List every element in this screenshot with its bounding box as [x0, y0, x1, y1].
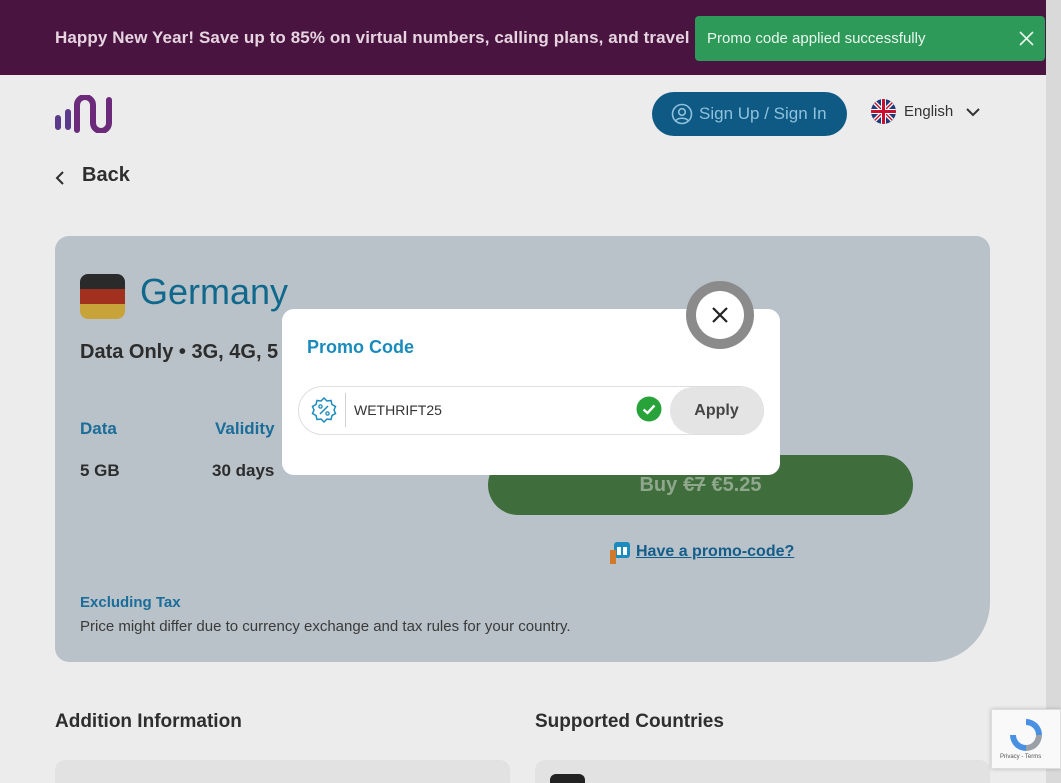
signin-button[interactable]: Sign Up / Sign In: [652, 92, 847, 136]
germany-flag-icon: [80, 274, 125, 319]
data-label: Data: [80, 419, 117, 438]
addition-info-title: Addition Information: [55, 711, 242, 732]
plan-subtitle: Data Only • 3G, 4G, 5: [80, 341, 279, 363]
supported-countries-title: Supported Countries: [535, 711, 724, 732]
price-note: Price might differ due to currency excha…: [80, 618, 571, 635]
new-price: €5.25: [711, 473, 762, 496]
back-label: Back: [82, 164, 130, 186]
check-circle-icon: [636, 396, 662, 422]
recaptcha-footer: Privacy - Terms: [1000, 754, 1042, 760]
logo[interactable]: [55, 95, 121, 133]
close-icon: [712, 307, 728, 323]
recaptcha-icon: [1010, 719, 1042, 751]
user-circle-icon: [671, 103, 693, 125]
percent-badge-icon: [311, 397, 337, 423]
chevron-down-icon: [966, 107, 980, 116]
modal-close-button[interactable]: [686, 281, 754, 349]
country-title: Germany: [140, 271, 289, 312]
promo-link-label: Have a promo-code?: [636, 543, 795, 560]
uk-flag-icon: [871, 99, 896, 124]
promo-code-link[interactable]: Have a promo-code?: [610, 540, 794, 564]
validity-value: 30 days: [212, 461, 275, 480]
scrollbar[interactable]: [1046, 0, 1061, 783]
modal-title: Promo Code: [307, 337, 415, 357]
excluding-tax-label: Excluding Tax: [80, 594, 181, 611]
promo-gift-icon: [610, 542, 630, 564]
supported-countries-panel: [535, 760, 990, 783]
addition-info-panel: [55, 760, 510, 783]
country-flag-thumbnail: [550, 774, 585, 783]
chevron-left-icon: [55, 170, 64, 185]
buy-label: Buy: [639, 473, 678, 496]
signin-label: Sign Up / Sign In: [699, 104, 827, 123]
toast-close-icon[interactable]: [1017, 29, 1036, 48]
language-label: English: [904, 103, 954, 120]
data-value: 5 GB: [80, 461, 120, 480]
language-selector[interactable]: English: [871, 99, 981, 124]
promo-code-input[interactable]: [354, 398, 624, 422]
banner-text: Happy New Year! Save up to 85% on virtua…: [55, 28, 745, 47]
back-button[interactable]: Back: [52, 164, 130, 187]
toast-message: Promo code applied successfully: [707, 30, 926, 47]
field-divider: [345, 393, 346, 427]
apply-button[interactable]: Apply: [670, 387, 763, 434]
validity-label: Validity: [215, 419, 275, 438]
old-price: €7: [683, 473, 706, 496]
success-toast: Promo code applied successfully: [695, 16, 1045, 61]
